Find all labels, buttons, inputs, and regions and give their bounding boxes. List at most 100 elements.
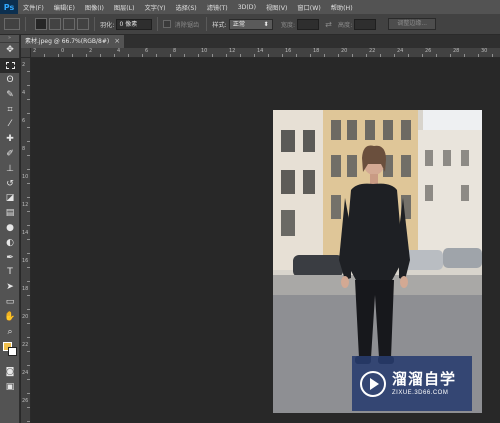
ruler-tick-label: 2 [22, 62, 26, 68]
watermark-title: 溜溜自学 [392, 370, 457, 388]
ruler-tick-label: 4 [22, 90, 26, 96]
options-bar: 羽化: 0 像素 消除锯齿 样式: 正常 ⬍ 宽度: ⇄ 高度: 调整边缘... [0, 14, 500, 35]
brush-tool-icon[interactable]: ✐ [0, 147, 20, 162]
document-tab-strip: 素材.jpeg @ 66.7%(RGB/8#) × [21, 35, 500, 48]
ruler-tick-label: 8 [22, 146, 26, 152]
ruler-tick-label: 6 [145, 48, 149, 54]
antialias-checkbox[interactable] [163, 20, 172, 28]
ruler-tick-label: 26 [425, 48, 432, 54]
history-brush-icon[interactable]: ↺ [0, 176, 20, 191]
ruler-tick-label: 12 [229, 48, 236, 54]
watermark: 溜溜自学 ZIXUE.3D66.COM [352, 356, 472, 411]
divider [206, 17, 208, 31]
close-icon[interactable]: × [114, 35, 120, 48]
refine-edge-button[interactable]: 调整边缘... [388, 18, 437, 30]
width-input[interactable] [297, 18, 320, 30]
ruler-tick-label: 10 [201, 48, 208, 54]
style-select[interactable]: 正常 ⬍ [228, 18, 273, 30]
divider [25, 17, 26, 31]
quick-select-tool-icon[interactable]: ✎ [0, 87, 20, 102]
panel-grip-icon[interactable]: » [0, 35, 19, 43]
zoom-tool-icon[interactable]: ⌕ [0, 324, 20, 339]
quick-mask-icon[interactable]: ◙ [0, 365, 20, 380]
eraser-tool-icon[interactable]: ◪ [0, 191, 20, 206]
healing-brush-icon[interactable]: ✚ [0, 132, 20, 147]
ruler-tick-label: 14 [257, 48, 264, 54]
ruler-tick-label: 20 [341, 48, 348, 54]
ruler-tick-label: 26 [22, 398, 29, 404]
menu-type[interactable]: 文字(Y) [140, 3, 171, 12]
ruler-tick-label: 22 [22, 342, 29, 348]
feather-label: 羽化: [100, 21, 115, 29]
ruler-tick-label: 2 [89, 48, 93, 54]
document-tab-title: 素材.jpeg @ 66.7%(RGB/8#) [25, 38, 110, 45]
style-label: 样式: [212, 21, 227, 29]
ruler-tick-label: 24 [397, 48, 404, 54]
ruler-tick-label: 28 [453, 48, 460, 54]
horizontal-ruler[interactable]: 202468101214161820222426283032 [31, 48, 500, 58]
document-tab[interactable]: 素材.jpeg @ 66.7%(RGB/8#) × [21, 35, 125, 48]
ruler-tick-label: 18 [313, 48, 320, 54]
antialias-label: 消除锯齿 [174, 21, 200, 29]
chevron-down-icon: ⬍ [263, 20, 269, 28]
move-tool-icon[interactable]: ✥ [0, 43, 20, 58]
menu-image[interactable]: 图像(I) [80, 3, 109, 12]
width-label: 宽度: [280, 21, 296, 29]
rectangle-tool-icon[interactable]: ▭ [0, 295, 20, 310]
ruler-tick-label: 2 [33, 48, 37, 54]
lasso-tool-icon[interactable]: ʘ [0, 73, 20, 88]
menu-file[interactable]: 文件(F) [18, 3, 49, 12]
play-logo-icon [360, 370, 386, 397]
screen-mode-icon[interactable]: ▣ [0, 380, 20, 395]
menu-bar: Ps 文件(F) 编辑(E) 图像(I) 图层(L) 文字(Y) 选择(S) 滤… [0, 0, 500, 14]
ruler-origin[interactable] [21, 48, 31, 58]
path-select-icon[interactable]: ➤ [0, 280, 20, 295]
color-swatches [0, 339, 20, 365]
menu-select[interactable]: 选择(S) [171, 3, 202, 12]
divider [94, 17, 95, 31]
eyedropper-tool-icon[interactable]: ⁄ [0, 117, 20, 132]
feather-input[interactable]: 0 像素 [116, 18, 153, 30]
dodge-tool-icon[interactable]: ◐ [0, 235, 20, 250]
vertical-ruler[interactable]: 2 4 6 8 10 12 14 16 18 20 22 24 26 [21, 58, 31, 423]
clone-stamp-icon[interactable]: ⊥ [0, 161, 20, 176]
intersect-selection-button[interactable] [77, 18, 89, 30]
tools-panel: » ✥ ʘ ✎ ⌗ ⁄ ✚ ✐ ⊥ ↺ ◪ ▤ ● ◐ ✒ T ➤ ▭ ✋ ⌕ … [0, 35, 20, 423]
background-color-swatch[interactable] [8, 346, 17, 356]
ruler-tick-label: 8 [173, 48, 177, 54]
ruler-tick-label: 10 [22, 174, 29, 180]
height-label: 高度: [337, 21, 353, 29]
hand-tool-icon[interactable]: ✋ [0, 309, 20, 324]
watermark-url: ZIXUE.3D66.COM [392, 390, 449, 396]
crop-tool-icon[interactable]: ⌗ [0, 102, 20, 117]
new-selection-button[interactable] [35, 18, 47, 30]
swap-dimensions-icon[interactable]: ⇄ [325, 20, 332, 29]
height-input[interactable] [354, 18, 377, 30]
style-select-value: 正常 [232, 20, 246, 28]
menu-3d[interactable]: 3D(D) [233, 4, 261, 11]
gradient-tool-icon[interactable]: ▤ [0, 206, 20, 221]
ruler-tick-label: 6 [22, 118, 26, 124]
ruler-tick-label: 16 [285, 48, 292, 54]
ruler-tick-label: 20 [22, 314, 29, 320]
subtract-selection-button[interactable] [63, 18, 75, 30]
ruler-tick-label: 24 [22, 370, 29, 376]
menu-filter[interactable]: 滤镜(T) [202, 3, 233, 12]
ruler-tick-label: 12 [22, 202, 29, 208]
ruler-tick-label: 16 [22, 258, 29, 264]
menu-layer[interactable]: 图层(L) [109, 3, 140, 12]
pen-tool-icon[interactable]: ✒ [0, 250, 20, 265]
marquee-tool-icon[interactable] [0, 57, 20, 73]
menu-view[interactable]: 视图(V) [261, 3, 292, 12]
photoshop-logo: Ps [0, 0, 18, 14]
menu-window[interactable]: 窗口(W) [292, 3, 325, 12]
ruler-tick-label: 18 [22, 286, 29, 292]
menu-help[interactable]: 帮助(H) [326, 3, 358, 12]
blur-tool-icon[interactable]: ● [0, 221, 20, 236]
add-to-selection-button[interactable] [49, 18, 61, 30]
menu-edit[interactable]: 编辑(E) [49, 3, 80, 12]
ruler-tick-label: 4 [117, 48, 121, 54]
tool-preset-picker[interactable] [4, 18, 20, 30]
ruler-tick-label: 14 [22, 230, 29, 236]
type-tool-icon[interactable]: T [0, 265, 20, 280]
